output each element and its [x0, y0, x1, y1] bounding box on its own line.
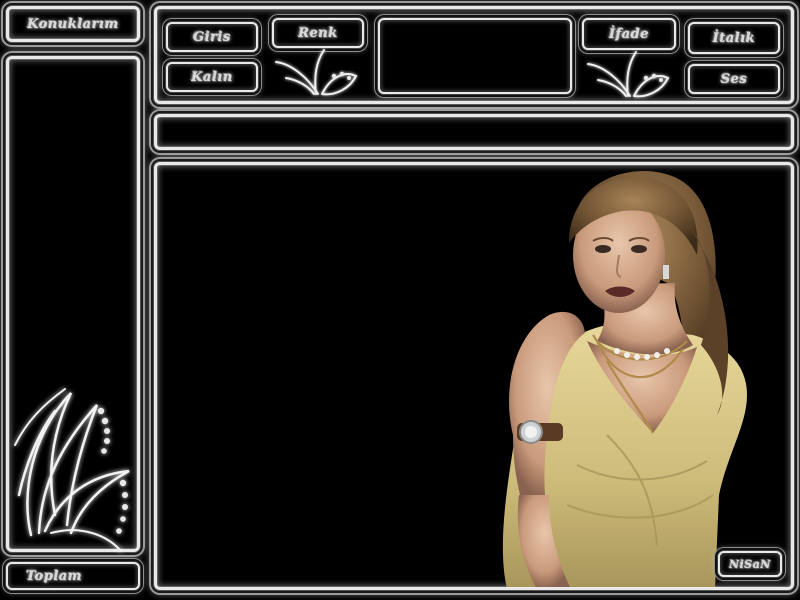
color-label: Renk: [298, 25, 338, 41]
chat-area-panel[interactable]: [154, 162, 794, 590]
bold-button[interactable]: Kalın: [166, 62, 258, 92]
total-label: Toplam: [26, 568, 83, 584]
signature-badge: NiSaN: [718, 551, 782, 577]
swirl-flourish-icon: [587, 51, 670, 98]
sound-label: Ses: [720, 71, 748, 87]
bold-label: Kalın: [191, 69, 233, 85]
guests-title-button[interactable]: Konuklarım: [6, 6, 140, 42]
italic-button[interactable]: İtalık: [688, 22, 780, 54]
swirl-flourish-icon: [275, 49, 358, 96]
signature-label: NiSaN: [729, 557, 771, 571]
nickname-display-box: [378, 18, 572, 94]
emote-label: İfade: [609, 26, 649, 42]
emote-button[interactable]: İfade: [582, 18, 676, 50]
color-button[interactable]: Renk: [272, 18, 364, 48]
login-button[interactable]: Giris: [166, 22, 258, 52]
swirl-flourish-icon: [14, 388, 130, 552]
sound-button[interactable]: Ses: [688, 64, 780, 94]
guests-title-label: Konuklarım: [27, 16, 119, 32]
woman-portrait-image: [502, 171, 747, 587]
guest-list-panel[interactable]: [6, 56, 140, 552]
italic-label: İtalık: [712, 30, 756, 46]
total-count-box: Toplam: [6, 562, 140, 590]
message-input-bar[interactable]: [154, 114, 794, 150]
login-label: Giris: [193, 29, 231, 45]
